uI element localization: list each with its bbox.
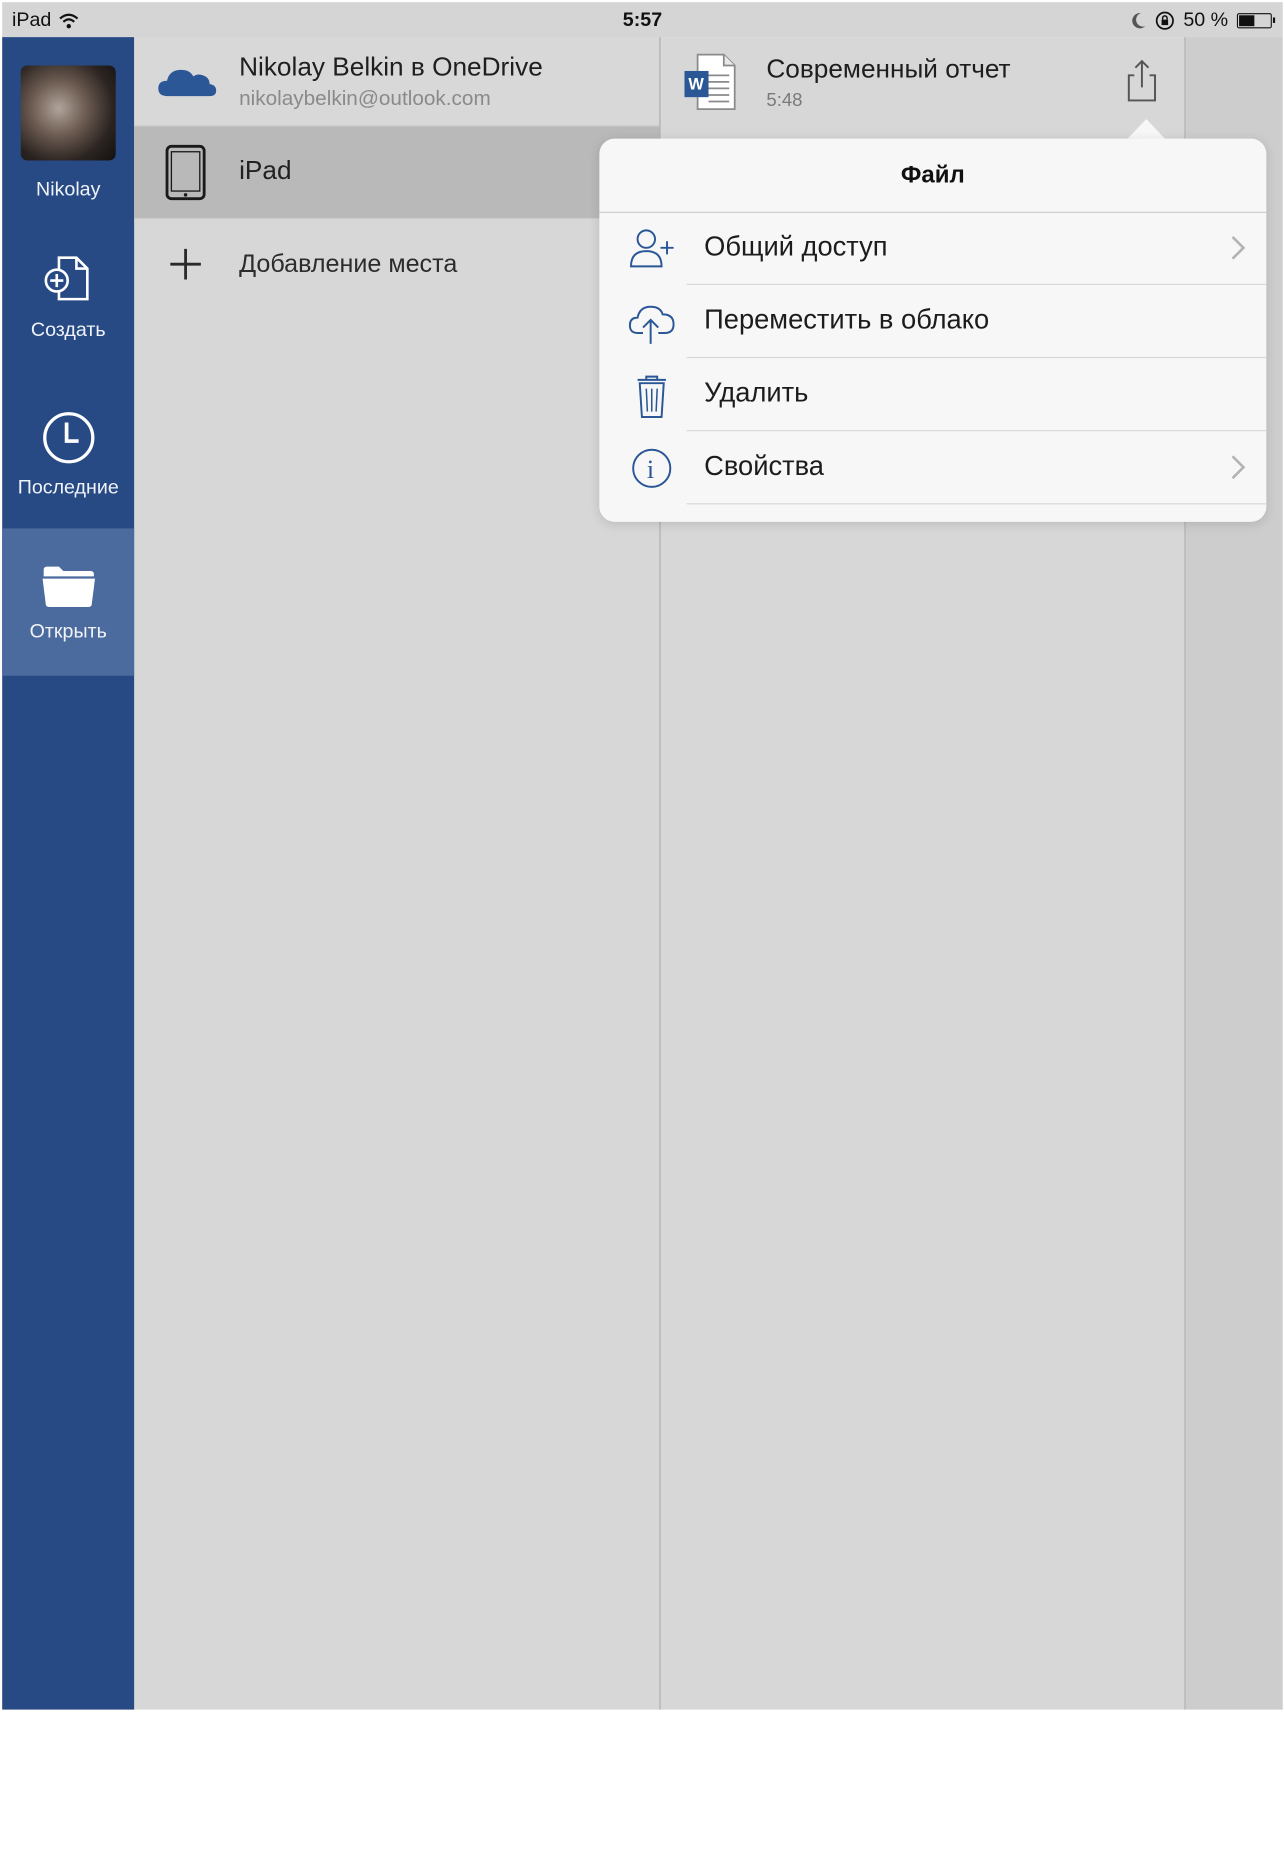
popover-arrow bbox=[1126, 118, 1166, 140]
chevron-right-icon bbox=[1231, 235, 1246, 260]
status-right: 50 % bbox=[1131, 8, 1276, 32]
rail-label-create: Создать bbox=[30, 318, 106, 341]
clock-icon bbox=[42, 412, 94, 464]
rail-item-open[interactable]: Открыть bbox=[2, 528, 135, 676]
menu-item-share[interactable]: Общий доступ bbox=[599, 212, 1267, 285]
onedrive-title: Nikolay Belkin в OneDrive bbox=[239, 52, 543, 82]
rail-label-open: Открыть bbox=[29, 620, 107, 642]
info-icon: i bbox=[632, 448, 672, 488]
rail-item-recent[interactable]: Последние bbox=[2, 408, 134, 528]
svg-text:i: i bbox=[647, 455, 654, 484]
nav-rail: Nikolay Создать Последние Открыть bbox=[2, 37, 135, 1710]
locations-panel: Nikolay Belkin в OneDrive nikolaybelkin@… bbox=[134, 37, 660, 1710]
add-place-label: Добавление места bbox=[239, 248, 458, 278]
plus-icon bbox=[170, 248, 201, 280]
battery-percent: 50 % bbox=[1183, 8, 1229, 31]
battery-icon bbox=[1236, 12, 1276, 28]
rotation-lock-icon bbox=[1155, 11, 1174, 30]
file-popover: Файл Общий доступ Переместить в облако У… bbox=[599, 138, 1267, 522]
word-document-icon: W bbox=[684, 53, 736, 111]
document-time: 5:48 bbox=[766, 89, 803, 111]
svg-text:W: W bbox=[688, 76, 704, 94]
popover-title: Файл bbox=[900, 160, 965, 188]
menu-item-properties[interactable]: i Свойства bbox=[599, 431, 1267, 505]
menu-item-move-to-cloud[interactable]: Переместить в облако bbox=[599, 285, 1267, 359]
add-person-icon bbox=[630, 229, 674, 268]
onedrive-email: nikolaybelkin@outlook.com bbox=[239, 87, 491, 111]
menu-divider bbox=[686, 503, 1267, 505]
avatar bbox=[20, 65, 116, 161]
chevron-right-icon bbox=[1231, 455, 1246, 480]
profile-name: Nikolay bbox=[36, 177, 101, 200]
ipad-device-icon bbox=[165, 144, 206, 201]
add-place-button[interactable]: Добавление места bbox=[134, 218, 659, 310]
rail-item-create[interactable]: Создать bbox=[2, 251, 134, 371]
location-ipad[interactable]: iPad bbox=[134, 126, 660, 219]
profile-button[interactable]: Nikolay bbox=[2, 37, 134, 201]
rail-label-recent: Последние bbox=[17, 475, 119, 498]
menu-label-move-to-cloud: Переместить в облако bbox=[704, 304, 990, 336]
document-title: Современный отчет bbox=[766, 54, 1011, 85]
new-document-icon bbox=[43, 256, 89, 301]
menu-label-delete: Удалить bbox=[704, 377, 809, 409]
moon-icon bbox=[1132, 12, 1146, 28]
menu-label-properties: Свойства bbox=[704, 450, 824, 482]
screen: iPad 5:57 50 % Nikolay Создать Последние… bbox=[0, 0, 1284, 1868]
status-time: 5:57 bbox=[622, 8, 663, 31]
share-icon[interactable] bbox=[1123, 59, 1160, 105]
cloud-upload-icon bbox=[628, 305, 675, 344]
folder-icon bbox=[42, 566, 95, 607]
onedrive-cloud-icon bbox=[158, 69, 217, 97]
menu-label-share: Общий доступ bbox=[704, 231, 888, 263]
location-onedrive[interactable]: Nikolay Belkin в OneDrive nikolaybelkin@… bbox=[134, 37, 660, 127]
trash-icon bbox=[637, 375, 666, 419]
document-row[interactable]: W Современный отчет 5:48 bbox=[660, 37, 1184, 127]
ipad-label: iPad bbox=[239, 156, 292, 186]
status-bar: iPad 5:57 50 % bbox=[2, 2, 1283, 38]
menu-item-delete[interactable]: Удалить bbox=[599, 358, 1267, 432]
